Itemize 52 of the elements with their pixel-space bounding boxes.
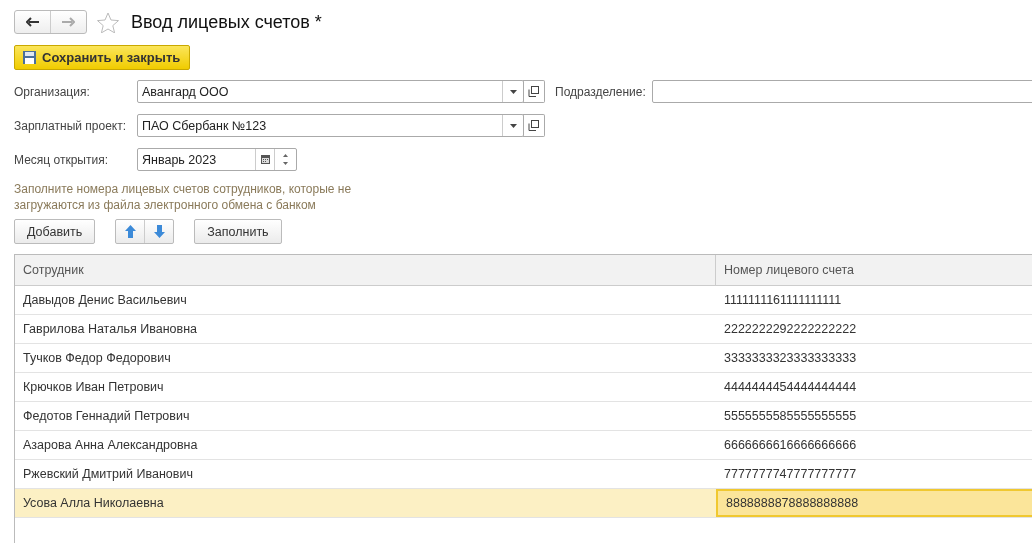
table-cell-text: 5555555585555555555 [723,408,858,425]
window-title: Ввод лицевых счетов * [131,11,322,33]
table-row[interactable]: Усова Алла Николаевна 8888888878888888888 [15,489,1032,518]
table-row[interactable]: Крючков Иван Петрович 4444444454444444444 [15,373,1032,402]
select-field[interactable]: Авангард ООО [137,80,524,103]
table-row[interactable]: Тучков Федор Федорович 3333333323333333333 [15,344,1032,373]
back-arrow-icon [26,17,39,27]
table-cell-text: 3333333323333333333 [723,350,858,367]
open-button[interactable] [523,114,545,137]
table-cell-text: Ржевский Дмитрий Иванович [22,466,194,483]
field-label: Месяц открытия: [14,152,109,167]
table-row[interactable]: Давыдов Денис Васильевич 1111111161111111111 [15,286,1032,315]
table-cell-text: Усова Алла Николаевна [22,495,165,512]
select-field[interactable]: ПАО Сбербанк №123 [137,114,524,137]
table-cell-text: 6666666616666666666 [723,437,858,454]
table-cell-text: 4444444454444444444 [723,379,858,396]
table-cell: 8888888878888888888 [716,489,1032,517]
save-and-close-button[interactable]: Сохранить и закрыть [14,45,191,70]
fill-button[interactable]: Заполнить [194,219,282,244]
table-row[interactable]: Азарова Анна Александровна 6666666616666666666 [15,431,1032,460]
text-field[interactable] [651,80,1032,103]
caret-icon [509,89,517,94]
table-cell-text: Федотов Геннадий Петрович [22,408,191,425]
up-arrow-icon [124,225,136,238]
column-header[interactable]: Номер лицевого счета [716,255,1032,285]
table-cell-text: Азарова Анна Александровна [22,437,199,454]
table-cell-text: 7777777747777777777 [723,466,858,483]
table-row[interactable]: Гаврилова Наталья Ивановна 2222222292222222222 [15,315,1032,344]
open-window-icon [528,86,539,97]
up-caret-icon [283,154,288,157]
month-field[interactable]: Январь 2023 [137,148,297,171]
table-row[interactable]: Федотов Геннадий Петрович 5555555585555555555 [15,402,1032,431]
field-label: Подразделение: [555,84,646,99]
table-cell-text: Тучков Федор Федорович [22,350,172,367]
calendar-icon [260,155,270,164]
forward-arrow-icon [62,17,75,27]
hint-text: Заполните номера лицевых счетов сотрудников, которые не загружаются из файла электронного обмена с банком [14,181,353,213]
down-arrow-icon [153,225,165,238]
open-button[interactable] [523,80,545,103]
star-icon[interactable] [97,11,119,33]
add-button[interactable]: Добавить [14,219,96,244]
table-cell-text: Гаврилова Наталья Ивановна [22,321,198,338]
down-caret-icon [283,162,288,165]
table-cell-text: Давыдов Денис Васильевич [22,292,188,309]
field-label: Зарплатный проект: [14,118,128,133]
table-cell-text: 2222222292222222222 [723,321,858,338]
table-cell-text: 1111111161111111111 [723,292,843,309]
column-header[interactable]: Сотрудник [15,255,716,285]
field-label: Организация: [14,84,91,99]
caret-icon [509,123,517,128]
open-window-icon [528,120,539,131]
table-cell-text: Крючков Иван Петрович [22,379,165,396]
